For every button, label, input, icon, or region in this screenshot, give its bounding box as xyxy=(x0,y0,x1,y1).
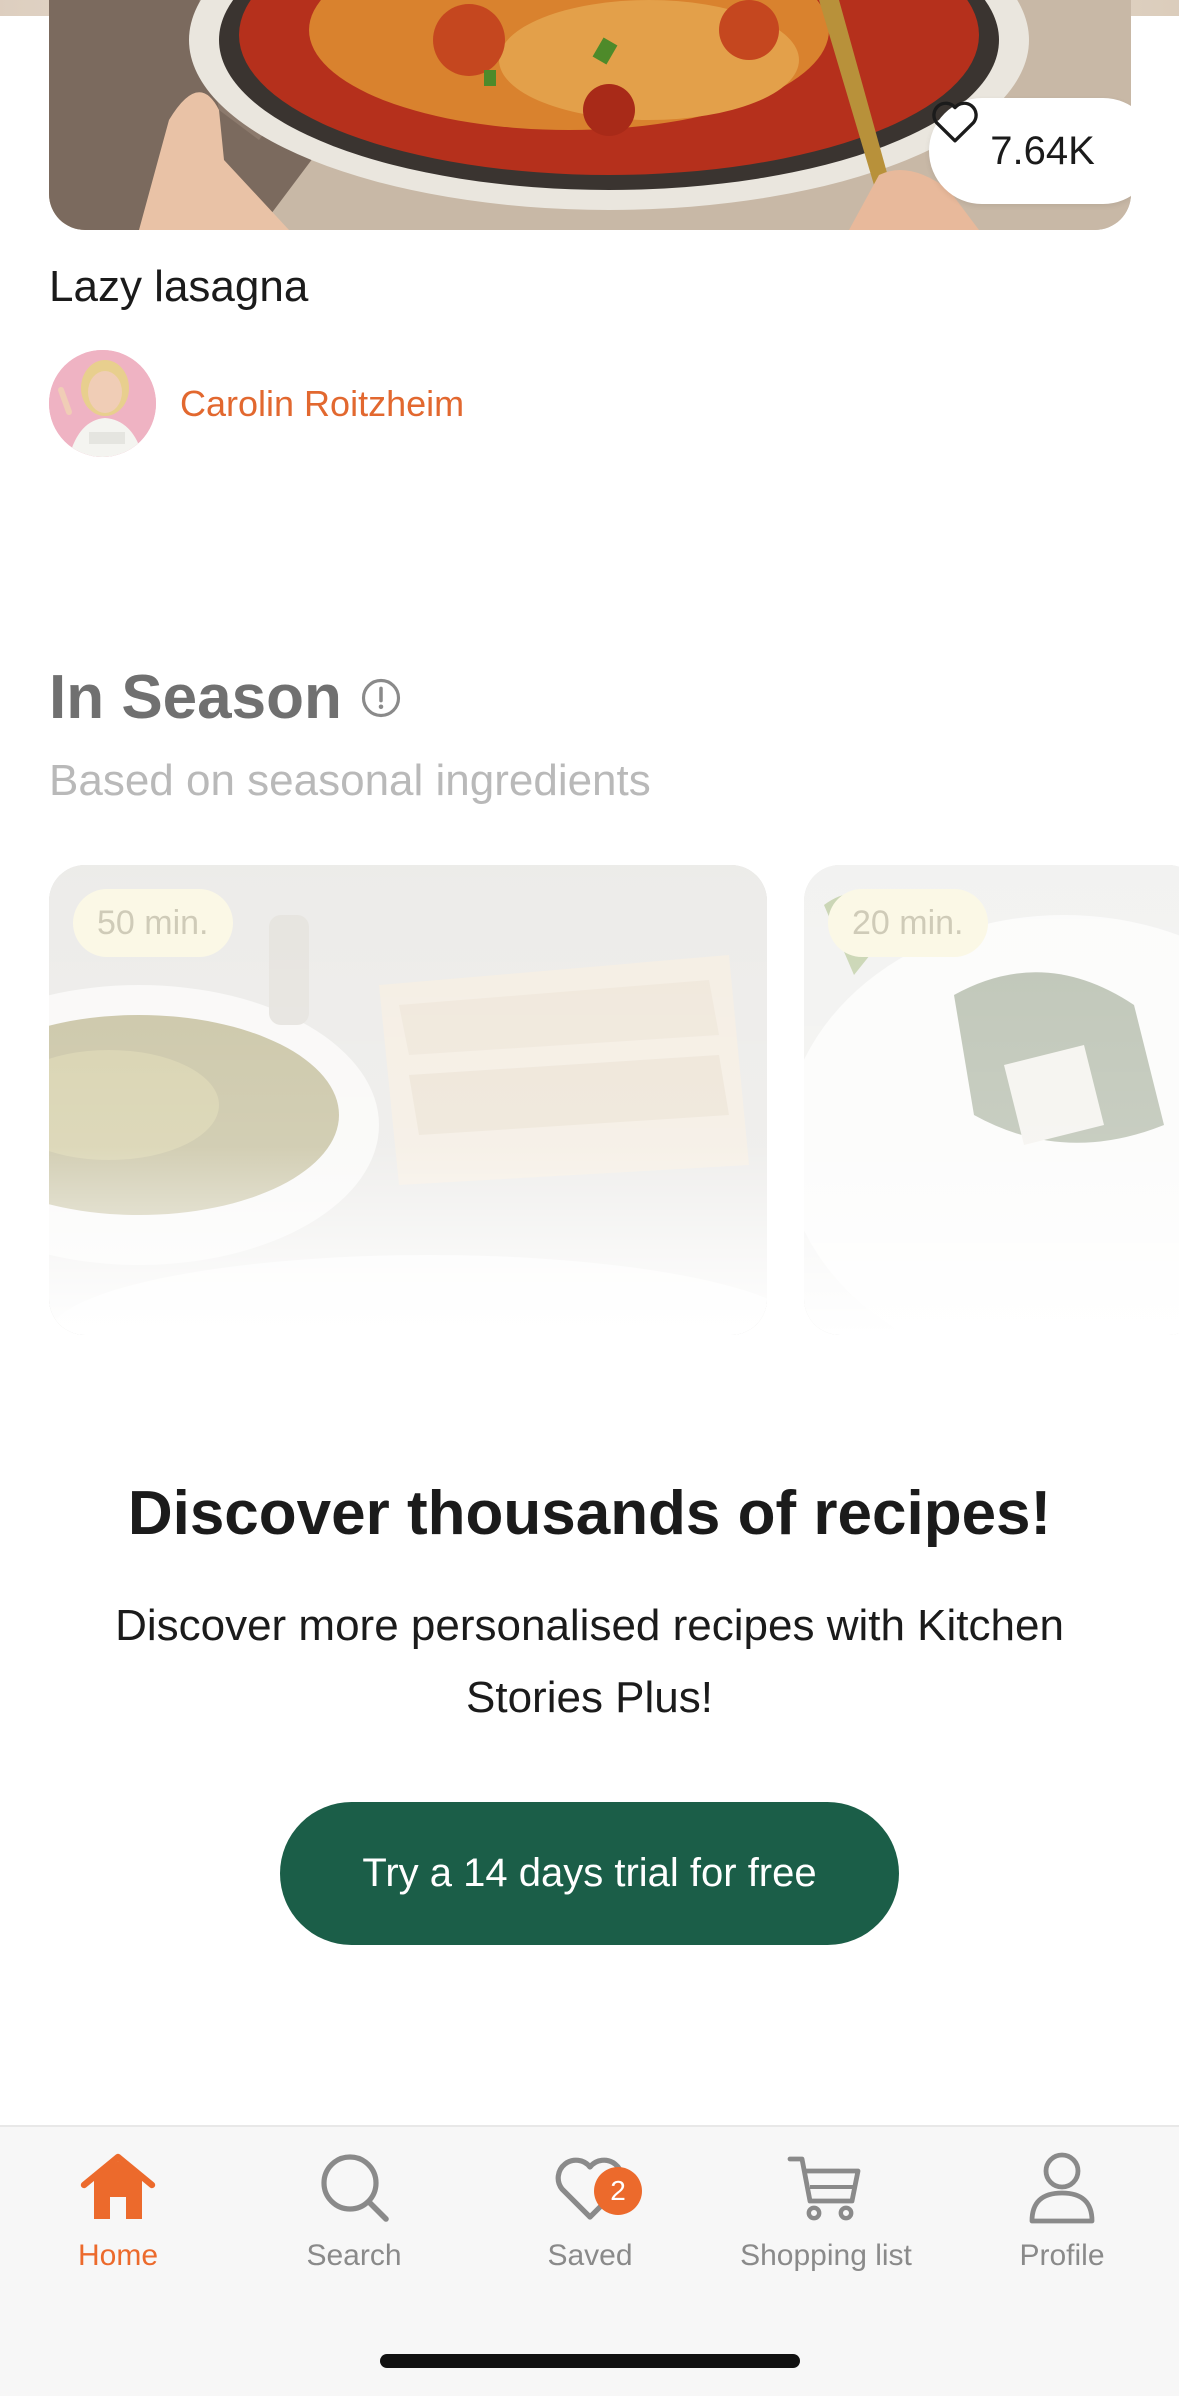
like-button[interactable]: 7.64K xyxy=(929,98,1131,204)
recipe-card[interactable]: 50 min. xyxy=(49,865,767,1335)
tab-label: Home xyxy=(77,2239,159,2272)
like-count: 7.64K xyxy=(990,128,1095,173)
recipe-image[interactable]: 7.64K xyxy=(49,0,1131,230)
cart-icon xyxy=(787,2156,861,2221)
info-icon[interactable] xyxy=(360,677,402,719)
time-badge: 50 min. xyxy=(73,889,233,957)
author-row[interactable]: Carolin Roitzheim xyxy=(49,350,464,457)
tab-profile[interactable]: Profile xyxy=(944,2149,1179,2273)
tab-label: Saved xyxy=(547,2239,633,2272)
time-badge: 20 min. xyxy=(828,889,988,957)
saved-count-badge: 2 xyxy=(594,2167,642,2215)
author-name[interactable]: Carolin Roitzheim xyxy=(180,383,464,425)
section-subtitle: Based on seasonal ingredients xyxy=(49,756,651,805)
home-indicator xyxy=(380,2354,800,2368)
tab-saved[interactable]: 2 Saved xyxy=(472,2149,708,2273)
avatar-photo xyxy=(49,350,156,457)
promo-text: Discover more personalised recipes with … xyxy=(115,1601,1064,1722)
search-icon xyxy=(321,2154,389,2222)
free-trial-button[interactable]: Try a 14 days trial for free xyxy=(280,1802,899,1945)
avatar[interactable] xyxy=(49,350,156,457)
tab-shopping-list[interactable]: Shopping list xyxy=(708,2149,944,2273)
profile-icon xyxy=(1029,2152,1095,2224)
tab-label: Search xyxy=(306,2239,402,2272)
tab-home[interactable]: Home xyxy=(0,2149,236,2273)
recipe-title[interactable]: Lazy lasagna xyxy=(49,262,308,312)
tab-label: Shopping list xyxy=(740,2239,912,2272)
heart-icon xyxy=(932,101,978,143)
home-icon xyxy=(80,2153,156,2219)
section-title: In Season xyxy=(49,663,342,732)
tab-label: Profile xyxy=(1019,2239,1105,2272)
recipe-card[interactable]: 20 min. xyxy=(804,865,1179,1335)
tab-search[interactable]: Search xyxy=(236,2149,472,2273)
promo-title: Discover thousands of recipes! xyxy=(127,1479,1052,1548)
